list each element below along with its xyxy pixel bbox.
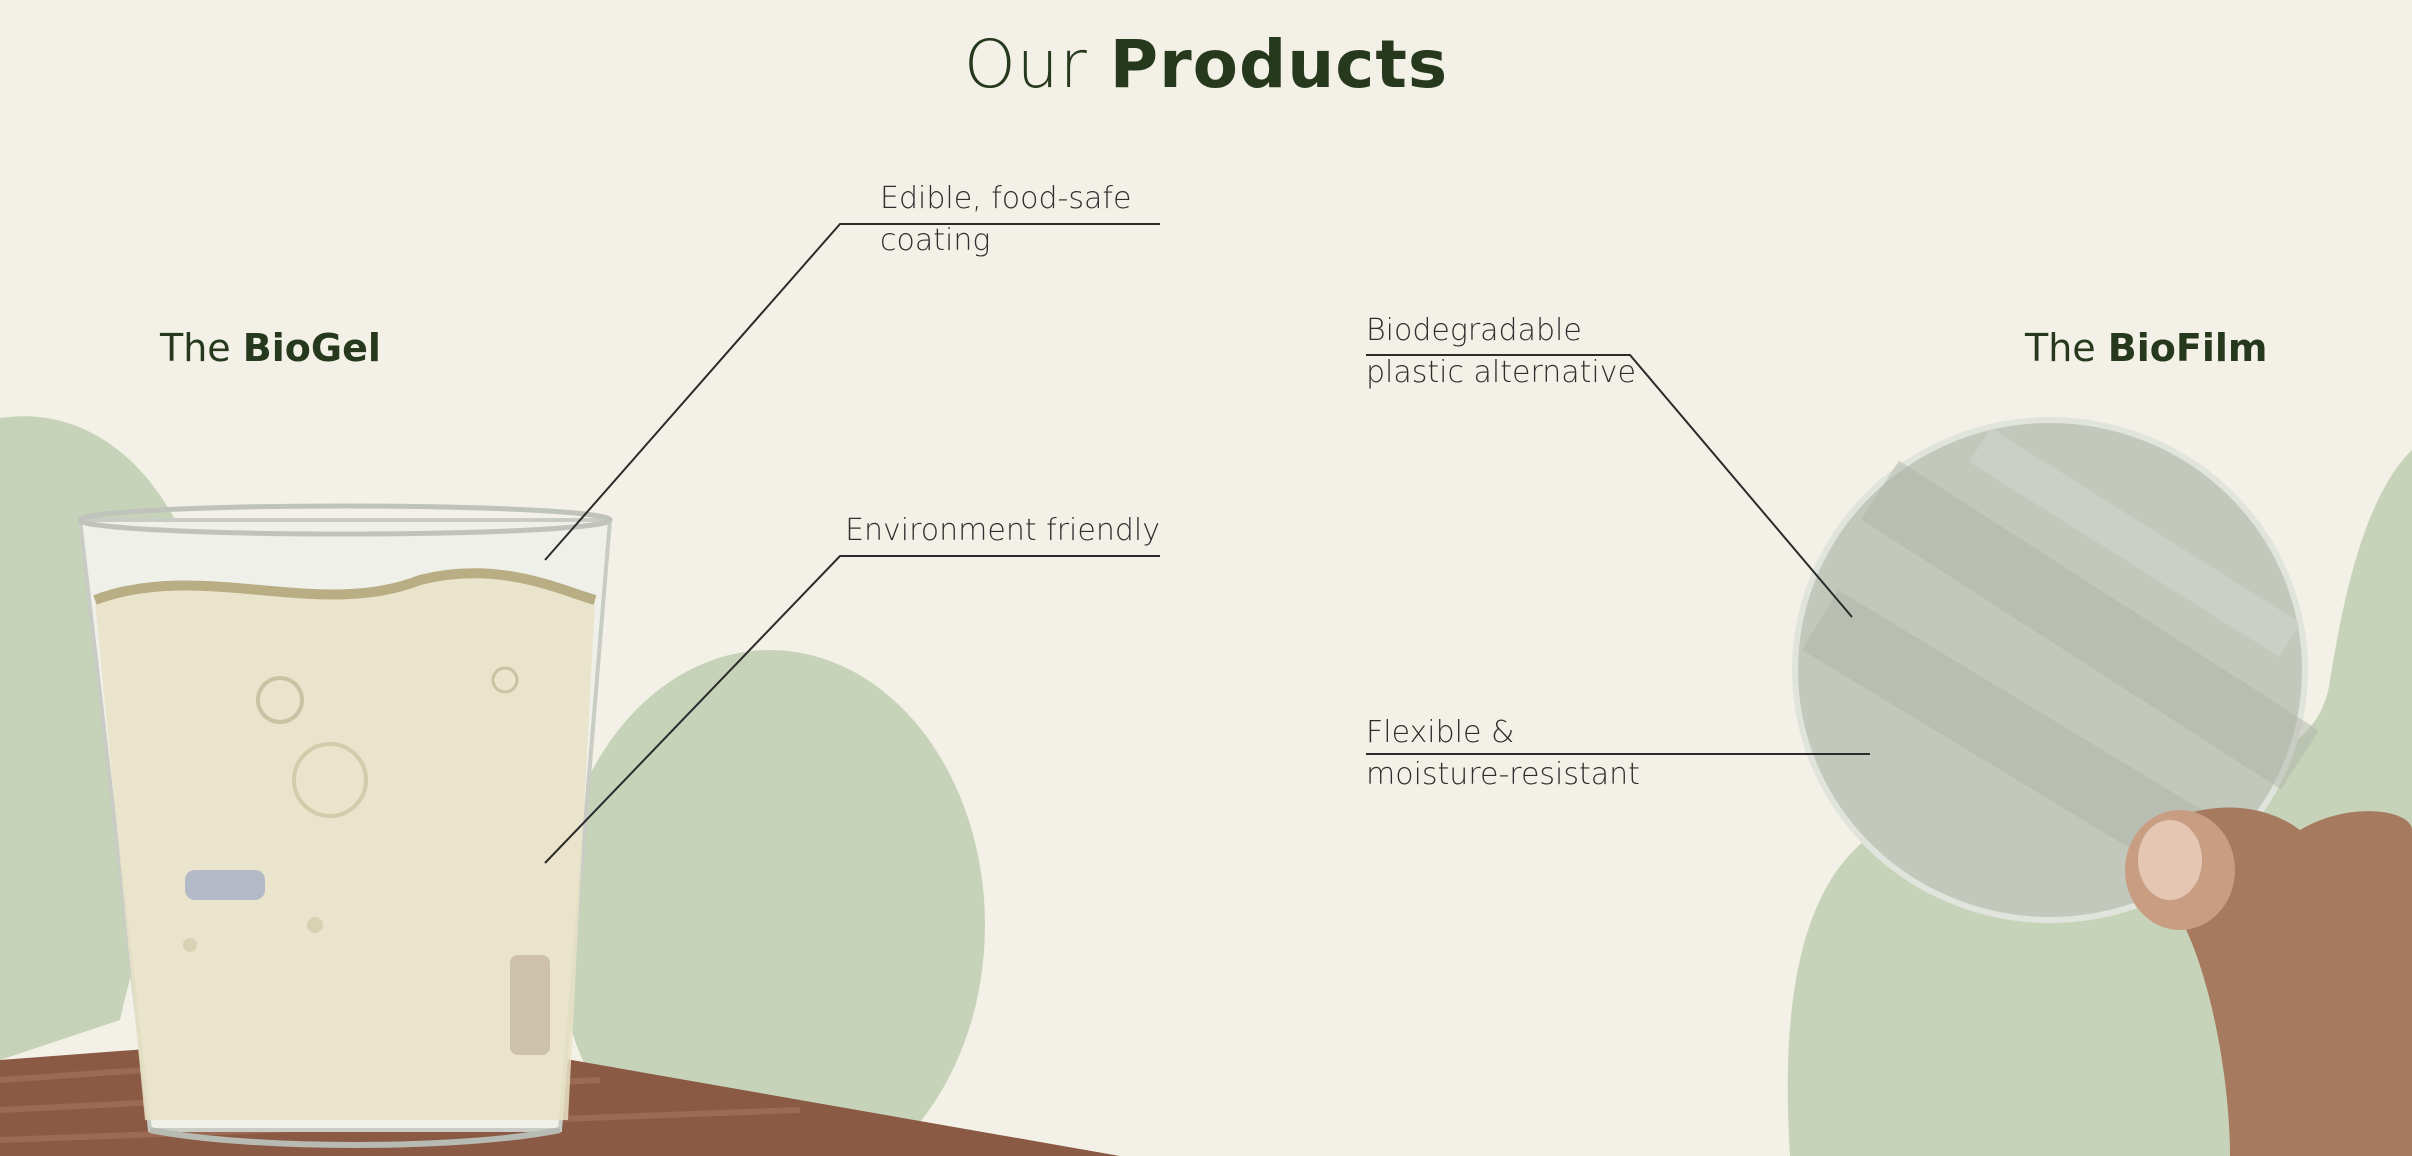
biogel-glass-image: [77, 503, 613, 1148]
feature-flexible: Flexible & moisture-resistant: [1366, 715, 1640, 792]
products-slide: Our Products The BioGel The BioFilm Edib…: [0, 0, 2412, 1156]
page-title-prefix: Our: [963, 26, 1088, 103]
product-label-biofilm: The BioFilm: [2025, 326, 2268, 370]
feature-biodegradable: Biodegradable plastic alternative: [1366, 313, 1636, 390]
feature-edible: Edible, food-safe coating: [880, 181, 1132, 258]
background-illustration: [0, 416, 2412, 1156]
product-label-biogel: The BioGel: [160, 326, 381, 370]
page-title: Our Products: [0, 26, 2412, 103]
page-title-strong: Products: [1109, 26, 1449, 103]
feature-environment: Environment friendly: [845, 513, 1160, 548]
